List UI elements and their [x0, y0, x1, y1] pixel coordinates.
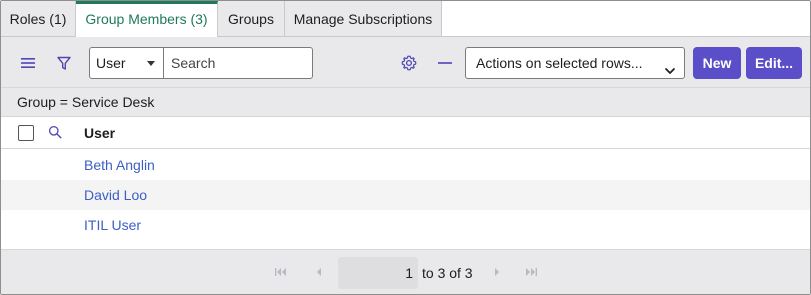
search-icon[interactable]: [48, 125, 64, 141]
tab-manage-subscriptions[interactable]: Manage Subscriptions: [285, 1, 442, 37]
search-input[interactable]: [163, 47, 313, 79]
table-header: User: [1, 117, 810, 149]
hamburger-menu-icon[interactable]: [15, 52, 41, 74]
pagination: to 3 of 3: [1, 249, 810, 294]
next-page-icon[interactable]: [489, 265, 505, 279]
first-page-icon[interactable]: [273, 265, 289, 279]
table-row: David Loo: [1, 180, 810, 210]
search-field-select[interactable]: User: [89, 47, 164, 79]
filter-breadcrumb[interactable]: Group = Service Desk: [1, 87, 810, 117]
list-toolbar: User Actions on selected rows... New Edi…: [1, 37, 810, 87]
user-link[interactable]: David Loo: [84, 180, 147, 210]
last-page-icon[interactable]: [523, 265, 539, 279]
page-number-input[interactable]: [338, 257, 418, 289]
related-list-panel: Roles (1) Group Members (3) Groups Manag…: [0, 0, 811, 295]
chevron-down-icon: [147, 61, 155, 66]
minus-icon[interactable]: [433, 51, 457, 75]
page-range-text: to 3 of 3: [422, 265, 473, 281]
table-row: Beth Anglin: [1, 150, 810, 180]
gear-icon[interactable]: [397, 51, 421, 75]
tab-groups[interactable]: Groups: [218, 1, 285, 37]
previous-page-icon[interactable]: [311, 265, 327, 279]
actions-select[interactable]: Actions on selected rows...: [465, 47, 685, 79]
select-all-checkbox[interactable]: [18, 125, 34, 141]
column-header-user[interactable]: User: [84, 117, 115, 149]
tab-bar: Roles (1) Group Members (3) Groups Manag…: [1, 1, 810, 37]
user-link[interactable]: Beth Anglin: [84, 150, 155, 180]
chevron-down-icon: [664, 57, 676, 87]
user-link[interactable]: ITIL User: [84, 210, 141, 240]
table-row: ITIL User: [1, 210, 810, 240]
edit-button[interactable]: Edit...: [746, 47, 802, 79]
new-button[interactable]: New: [693, 47, 741, 79]
filter-funnel-icon[interactable]: [51, 52, 77, 74]
tab-group-members[interactable]: Group Members (3): [76, 1, 218, 37]
actions-select-value: Actions on selected rows...: [476, 55, 643, 71]
search-field-value: User: [96, 55, 126, 71]
tab-roles[interactable]: Roles (1): [1, 1, 76, 37]
